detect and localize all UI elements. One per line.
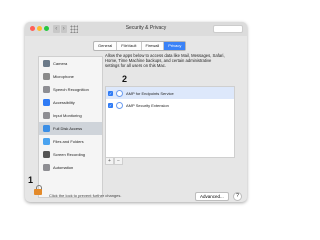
- sidebar-item-input-monitoring[interactable]: Input Monitoring: [39, 109, 102, 122]
- minimize-window-button[interactable]: [37, 26, 42, 31]
- tab-general[interactable]: General: [94, 42, 118, 50]
- tab-filevault[interactable]: FileVault: [117, 42, 142, 50]
- tab-privacy[interactable]: Privacy: [164, 42, 186, 50]
- sidebar-item-full-disk-access[interactable]: Full Disk Access: [39, 122, 102, 135]
- sidebar-item-files-and-folders[interactable]: Files and Folders: [39, 135, 102, 148]
- navigation-arrows: ‹ ›: [53, 25, 67, 33]
- folder-icon: [43, 138, 50, 145]
- lock-icon[interactable]: [33, 185, 43, 195]
- close-window-button[interactable]: [30, 26, 35, 31]
- app-row-amp-security-extension[interactable]: ✓ AMP Security Extension: [106, 99, 234, 111]
- app-label: AMP for Endpoints Service: [126, 90, 174, 96]
- lock-body: [34, 189, 42, 195]
- tab-firewall[interactable]: Firewall: [142, 42, 165, 50]
- add-app-button[interactable]: +: [105, 157, 114, 165]
- sidebar-item-screen-recording[interactable]: Screen Recording: [39, 148, 102, 161]
- app-checkbox[interactable]: ✓: [108, 102, 113, 108]
- keyboard-icon: [43, 112, 50, 119]
- sidebar-item-speech-recognition[interactable]: Speech Recognition: [39, 83, 102, 96]
- sidebar-item-label: Camera: [53, 61, 68, 66]
- sidebar-item-accessibility[interactable]: Accessibility: [39, 96, 102, 109]
- callout-number-2: 2: [122, 74, 128, 84]
- list-edit-buttons: + −: [105, 157, 123, 165]
- camera-icon: [43, 60, 50, 67]
- amp-app-icon: [116, 101, 123, 109]
- privacy-detail-pane: Allow the apps below to access data like…: [105, 53, 245, 183]
- accessibility-icon: [43, 99, 50, 106]
- sidebar-item-camera[interactable]: Camera: [39, 57, 102, 70]
- sidebar-item-label: Microphone: [53, 74, 74, 79]
- show-all-grid-icon[interactable]: [70, 25, 78, 33]
- sidebar-item-label: Files and Folders: [53, 139, 84, 144]
- sidebar-item-automation[interactable]: Automation: [39, 161, 102, 174]
- help-button[interactable]: ?: [233, 192, 242, 201]
- forward-button[interactable]: ›: [60, 25, 67, 33]
- app-checkbox[interactable]: ✓: [108, 90, 113, 96]
- lock-hint-text: Click the lock to prevent further change…: [49, 193, 122, 198]
- sidebar-item-label: Input Monitoring: [53, 113, 82, 118]
- window-title: Security & Privacy: [125, 25, 167, 31]
- sidebar-item-label: Automation: [53, 165, 74, 170]
- folder-icon: [43, 125, 50, 132]
- maximize-window-button[interactable]: [44, 26, 49, 31]
- sidebar-item-microphone[interactable]: Microphone: [39, 70, 102, 83]
- advanced-button[interactable]: Advanced...: [195, 192, 229, 201]
- footer-bar: Click the lock to prevent further change…: [25, 185, 247, 202]
- sidebar-item-label: Speech Recognition: [53, 87, 89, 92]
- security-privacy-window: ‹ › Security & Privacy General FileVault…: [25, 22, 247, 202]
- title-bar: ‹ › Security & Privacy: [25, 22, 247, 36]
- sidebar-item-label: Screen Recording: [53, 152, 86, 157]
- callout-number-1: 1: [28, 175, 34, 185]
- app-list: ✓ AMP for Endpoints Service ✓ AMP Securi…: [105, 86, 235, 158]
- gear-icon: [43, 164, 50, 171]
- full-disk-access-description: Allow the apps below to access data like…: [105, 53, 225, 68]
- screen-icon: [43, 151, 50, 158]
- search-field[interactable]: [213, 25, 243, 33]
- app-row-amp-endpoints[interactable]: ✓ AMP for Endpoints Service: [106, 87, 234, 99]
- privacy-category-list: Camera Microphone Speech Recognition Acc…: [38, 56, 103, 198]
- tab-bar: General FileVault Firewall Privacy: [93, 41, 187, 51]
- sidebar-item-label: Accessibility: [53, 100, 75, 105]
- speech-icon: [43, 86, 50, 93]
- back-button[interactable]: ‹: [53, 25, 60, 33]
- sidebar-item-label: Full Disk Access: [53, 126, 83, 131]
- remove-app-button[interactable]: −: [114, 157, 123, 165]
- app-label: AMP Security Extension: [126, 102, 169, 108]
- amp-app-icon: [116, 89, 123, 97]
- microphone-icon: [43, 73, 50, 80]
